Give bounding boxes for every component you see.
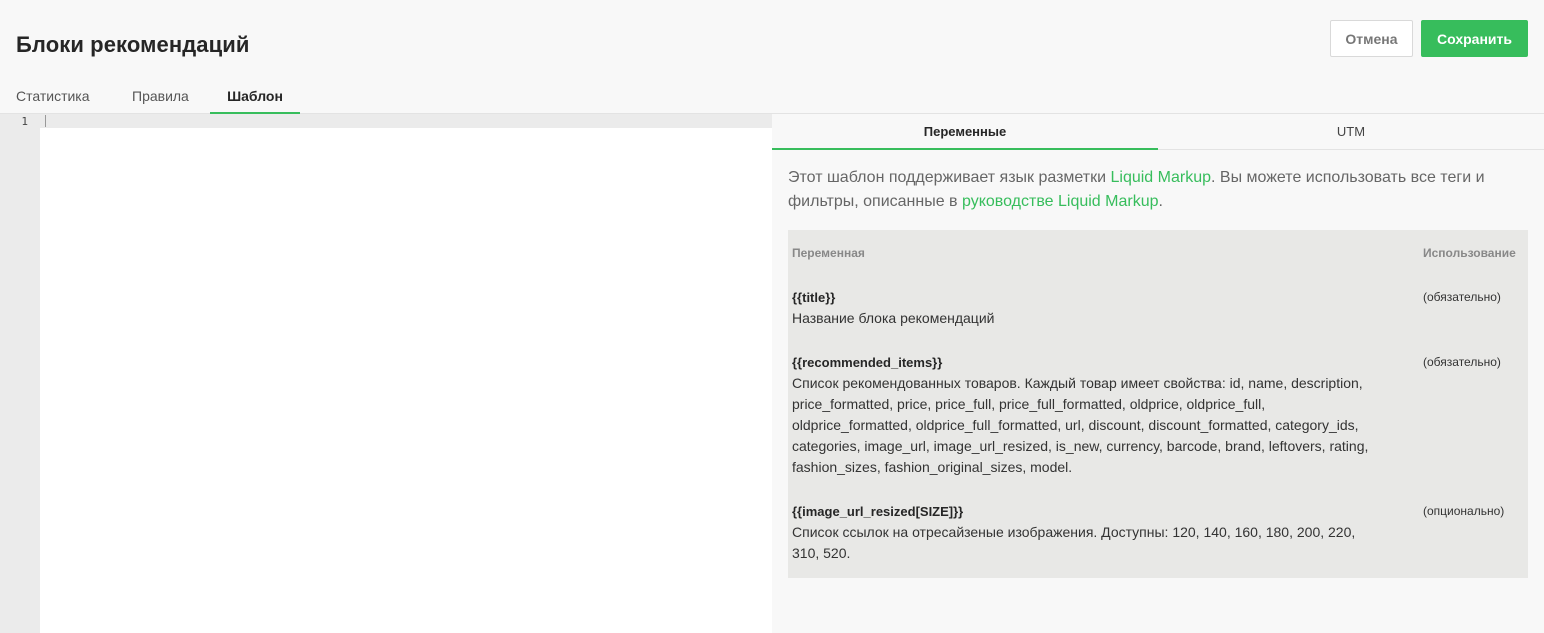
cancel-button[interactable]: Отмена [1330,20,1413,57]
intro-text-end: . [1158,193,1163,210]
table-row: {{image_url_resized[SIZE]}} Список ссыло… [792,501,1520,564]
tab-template[interactable]: Шаблон [210,80,300,114]
save-button[interactable]: Сохранить [1421,20,1528,57]
tab-utm[interactable]: UTM [1158,114,1544,150]
variables-table: Переменная Использование {{title}} Назва… [788,230,1528,578]
page-header: Блоки рекомендаций Отмена Сохранить Стат… [0,0,1544,114]
variable-description: Список рекомендованных товаров. Каждый т… [792,375,1369,475]
variable-name: {{image_url_resized[SIZE]}} [792,504,964,519]
tab-variables[interactable]: Переменные [772,114,1158,150]
text-cursor [45,115,46,127]
line-number: 1 [21,115,28,128]
template-intro-text: Этот шаблон поддерживает язык разметки L… [788,166,1528,214]
liquid-markup-link[interactable]: Liquid Markup [1111,169,1212,186]
variable-usage: (опционально) [1423,504,1505,518]
template-code-editor[interactable]: 1 [0,114,772,633]
column-header-variable: Переменная [792,246,865,260]
column-header-usage: Использование [1423,246,1516,260]
help-panel: Переменные UTM Этот шаблон поддерживает … [772,114,1544,633]
variable-usage: (обязательно) [1423,290,1501,304]
line-number-gutter: 1 [0,114,40,633]
table-row: {{title}} Название блока рекомендаций (о… [792,287,1520,329]
variable-usage: (обязательно) [1423,355,1501,369]
intro-text-start: Этот шаблон поддерживает язык разметки [788,169,1111,186]
tab-statistics[interactable]: Статистика [16,80,102,114]
liquid-guide-link[interactable]: руководстве Liquid Markup [962,193,1159,210]
page-title: Блоки рекомендаций [16,32,250,57]
variable-description: Название блока рекомендаций [792,310,995,326]
variable-name: {{title}} [792,290,836,305]
table-row: {{recommended_items}} Список рекомендова… [792,352,1520,478]
variable-name: {{recommended_items}} [792,355,943,370]
panel-tabs: Переменные UTM [772,114,1544,150]
tab-rules[interactable]: Правила [132,80,196,114]
variable-description: Список ссылок на отресайзеные изображени… [792,524,1356,561]
active-line-highlight [40,114,772,128]
